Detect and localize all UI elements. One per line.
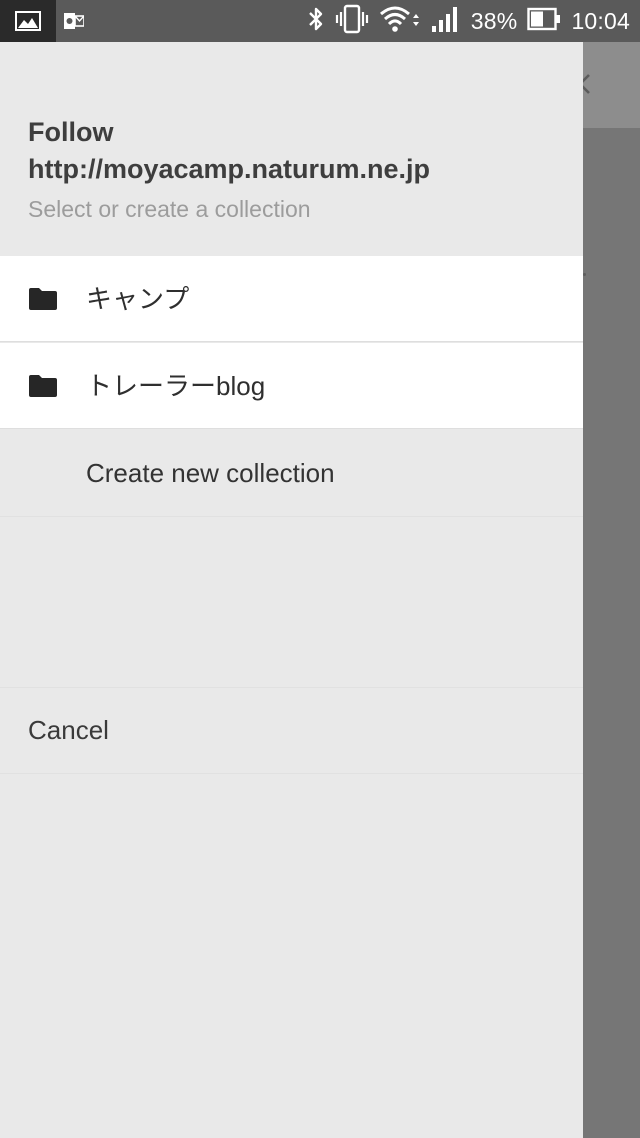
signal-icon [431, 5, 461, 38]
status-bar-notifications [0, 0, 84, 42]
bluetooth-icon [307, 5, 325, 38]
background-app-dot [583, 273, 586, 276]
status-time: 10:04 [571, 7, 630, 34]
gallery-notification-icon [0, 0, 56, 42]
folder-icon [28, 287, 58, 311]
folder-icon [28, 374, 58, 398]
sheet-title-follow: Follow [28, 117, 114, 147]
sheet-subtitle: Select or create a collection [28, 196, 311, 222]
sheet-title-url: http://moyacamp.naturum.ne.jp [28, 154, 431, 184]
create-new-collection-button[interactable]: Create new collection [0, 430, 583, 517]
vibrate-icon [335, 4, 369, 39]
collection-item-camp[interactable]: キャンプ [0, 256, 583, 342]
status-bar: 38% 10:04 [0, 0, 640, 42]
wifi-icon [379, 5, 421, 38]
follow-sheet: Follow http://moyacamp.naturum.ne.jp Sel… [0, 42, 583, 1138]
cancel-label: Cancel [28, 715, 109, 745]
collection-label: キャンプ [86, 283, 190, 314]
sheet-header: Follow http://moyacamp.naturum.ne.jp Sel… [28, 114, 568, 224]
battery-percent: 38% [470, 7, 518, 34]
cancel-button[interactable]: Cancel [0, 688, 583, 773]
create-new-collection-label: Create new collection [86, 458, 335, 488]
divider [0, 773, 583, 774]
collection-item-trailer-blog[interactable]: トレーラーblog [0, 343, 583, 429]
collection-label: トレーラーblog [86, 370, 266, 401]
battery-icon [527, 7, 561, 36]
status-bar-system-icons: 38% 10:04 [307, 0, 630, 42]
outlook-notification-icon [64, 12, 84, 30]
